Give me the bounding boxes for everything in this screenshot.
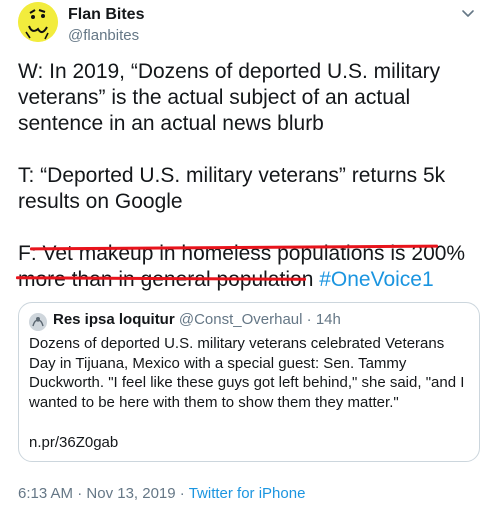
tweet-text: W: In 2019, “Dozens of deported U.S. mil…	[18, 59, 482, 293]
quote-author-handle: @Const_Overhaul	[178, 311, 303, 328]
author-avatar[interactable]	[18, 2, 58, 42]
quote-header: Res ipsa loquitur @Const_Overhaul · 14h	[53, 311, 341, 328]
more-options-button[interactable]	[456, 4, 480, 24]
footer-separator-1: ·	[77, 485, 83, 502]
footer-separator-2: ·	[179, 485, 185, 502]
quote-separator: ·	[306, 311, 312, 328]
quote-text-body: Dozens of deported U.S. military veteran…	[29, 335, 465, 411]
author-handle[interactable]: @flanbites	[68, 27, 139, 44]
tweet-line-t: T: “Deported U.S. military veterans” ret…	[18, 164, 446, 213]
hashtag-link[interactable]: #OneVoice1	[319, 268, 433, 291]
quote-text: Dozens of deported U.S. military veteran…	[29, 334, 469, 412]
chevron-down-icon	[462, 10, 474, 17]
cartoon-face-icon	[18, 2, 58, 42]
tweet-footer: 6:13 AM · Nov 13, 2019 · Twitter for iPh…	[18, 485, 305, 502]
tweet-date[interactable]: Nov 13, 2019	[86, 485, 175, 502]
author-name[interactable]: Flan Bites	[68, 6, 144, 24]
hands-avatar-icon	[29, 313, 47, 331]
tweet-line-w: W: In 2019, “Dozens of deported U.S. mil…	[18, 60, 441, 135]
quote-age: 14h	[315, 311, 341, 328]
tweet-line-f-prefix: F:	[18, 242, 43, 265]
tweet-time[interactable]: 6:13 AM	[18, 485, 73, 502]
quote-author-name: Res ipsa loquitur	[53, 311, 175, 328]
quote-author-avatar	[29, 313, 47, 331]
tweet-source-link[interactable]: Twitter for iPhone	[189, 485, 306, 502]
quote-link[interactable]: n.pr/36Z0gab	[29, 434, 118, 451]
quoted-tweet[interactable]: Res ipsa loquitur @Const_Overhaul · 14h …	[18, 302, 480, 462]
